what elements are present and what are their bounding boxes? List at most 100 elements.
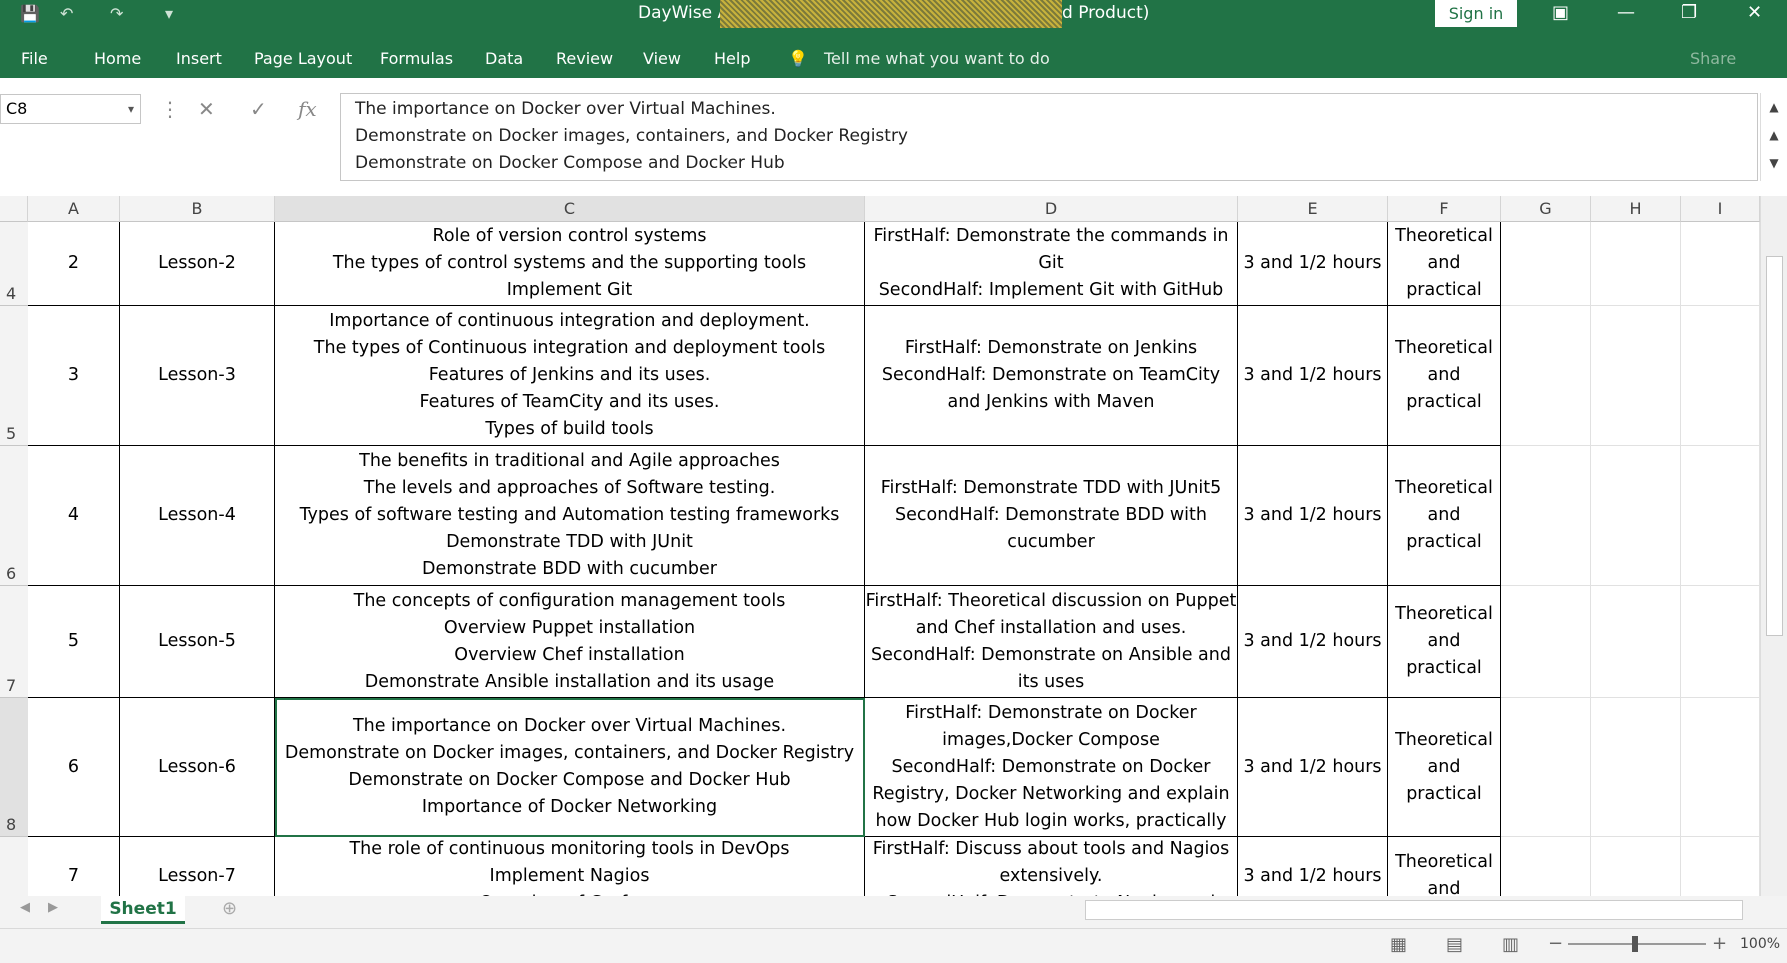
row-header[interactable]: 6 — [0, 446, 28, 586]
empty-cell[interactable] — [1681, 222, 1760, 306]
cell-b[interactable]: Lesson-3 — [120, 306, 275, 446]
cell-f[interactable]: Theoretical and practical — [1388, 698, 1501, 837]
close-icon[interactable]: ✕ — [1747, 2, 1762, 23]
cell-a[interactable]: 7 — [28, 837, 120, 896]
cell-d[interactable]: FirstHalf: Demonstrate on Jenkins SecondH… — [865, 306, 1238, 446]
cell-e[interactable]: 3 and 1/2 hours — [1238, 698, 1388, 837]
cell-c[interactable]: The benefits in traditional and Agile ap… — [275, 446, 865, 586]
empty-cell[interactable] — [1591, 222, 1681, 306]
cell-b[interactable]: Lesson-6 — [120, 698, 275, 837]
scroll-thumb[interactable] — [1766, 256, 1783, 636]
cell-e[interactable]: 3 and 1/2 hours — [1238, 306, 1388, 446]
restore-icon[interactable]: ❐ — [1681, 2, 1697, 23]
share-button[interactable]: Share — [1690, 49, 1736, 68]
page-break-view-icon[interactable]: ▥ — [1502, 934, 1519, 955]
empty-cell[interactable] — [1591, 698, 1681, 837]
cell-f[interactable]: Theoretical and practical — [1388, 586, 1501, 698]
select-all-corner[interactable] — [0, 196, 28, 222]
name-box[interactable]: C8 ▾ — [0, 94, 141, 124]
horizontal-scrollbar[interactable] — [1085, 900, 1743, 920]
column-header-e[interactable]: E — [1238, 196, 1388, 222]
tell-me-search[interactable]: Tell me what you want to do — [824, 49, 1050, 68]
column-header-g[interactable]: G — [1501, 196, 1591, 222]
empty-cell[interactable] — [1501, 698, 1591, 837]
cell-b[interactable]: Lesson-5 — [120, 586, 275, 698]
column-header-f[interactable]: F — [1388, 196, 1501, 222]
empty-cell[interactable] — [1501, 586, 1591, 698]
tab-home[interactable]: Home — [94, 49, 141, 68]
empty-cell[interactable] — [1681, 586, 1760, 698]
cell-e[interactable]: 3 and 1/2 hours — [1238, 586, 1388, 698]
column-header-b[interactable]: B — [120, 196, 275, 222]
cell-f[interactable]: Theoretical and practical — [1388, 446, 1501, 586]
chevron-down-icon[interactable]: ▾ — [128, 95, 134, 123]
cell-c[interactable]: Importance of continuous integration and… — [275, 306, 865, 446]
empty-cell[interactable] — [1681, 306, 1760, 446]
cell-c[interactable]: Role of version control systems The types… — [275, 222, 865, 306]
undo-icon[interactable]: ↶ — [60, 4, 73, 23]
empty-cell[interactable] — [1501, 446, 1591, 586]
cell-a[interactable]: 3 — [28, 306, 120, 446]
row-header[interactable]: 9 — [0, 837, 28, 896]
cell-f[interactable]: Theoretical and practical — [1388, 306, 1501, 446]
zoom-level[interactable]: 100% — [1740, 936, 1780, 952]
cell-e[interactable]: 3 and 1/2 hours — [1238, 222, 1388, 306]
empty-cell[interactable] — [1501, 837, 1591, 896]
cell-f[interactable]: Theoretical and — [1388, 837, 1501, 896]
tab-file[interactable]: File — [21, 49, 48, 68]
column-header-h[interactable]: H — [1591, 196, 1681, 222]
add-sheet-icon[interactable]: ⊕ — [222, 898, 237, 919]
row-header[interactable]: 5 — [0, 306, 28, 446]
enter-icon[interactable]: ✓ — [250, 97, 267, 121]
empty-cell[interactable] — [1681, 698, 1760, 837]
tab-insert[interactable]: Insert — [176, 49, 222, 68]
cell-a[interactable]: 5 — [28, 586, 120, 698]
row-header[interactable]: 4 — [0, 222, 28, 306]
page-layout-view-icon[interactable]: ▤ — [1446, 934, 1463, 955]
cell-f[interactable]: Theoretical and practical — [1388, 222, 1501, 306]
cell-c[interactable]: The role of continuous monitoring tools … — [275, 837, 865, 896]
minimize-icon[interactable]: — — [1617, 2, 1635, 23]
cell-d[interactable]: FirstHalf: Demonstrate on Docker images,D… — [865, 698, 1238, 837]
normal-view-icon[interactable]: ▦ — [1390, 934, 1407, 955]
insert-function-icon[interactable]: fx — [298, 97, 317, 121]
zoom-out-icon[interactable]: − — [1548, 933, 1563, 954]
save-icon[interactable]: 💾 — [20, 4, 40, 23]
vertical-scrollbar[interactable] — [1760, 196, 1787, 896]
empty-cell[interactable] — [1501, 306, 1591, 446]
column-header-i[interactable]: I — [1681, 196, 1760, 222]
tab-page-layout[interactable]: Page Layout — [254, 49, 352, 68]
formula-input[interactable]: The importance on Docker over Virtual Ma… — [340, 93, 1758, 181]
tab-review[interactable]: Review — [556, 49, 613, 68]
cell-d[interactable]: FirstHalf: Theoretical discussion on Pup… — [865, 586, 1238, 698]
row-header[interactable]: 8 — [0, 698, 28, 837]
zoom-in-icon[interactable]: + — [1712, 933, 1727, 954]
tab-help[interactable]: Help — [714, 49, 750, 68]
empty-cell[interactable] — [1681, 446, 1760, 586]
cell-e[interactable]: 3 and 1/2 hours — [1238, 446, 1388, 586]
empty-cell[interactable] — [1591, 306, 1681, 446]
sheet-nav-prev-icon[interactable]: ◀ — [20, 900, 30, 915]
cell-a[interactable]: 6 — [28, 698, 120, 837]
formula-scroll[interactable]: ▲ ▲ ▼ — [1760, 93, 1787, 181]
column-header-c[interactable]: C — [275, 196, 865, 222]
ribbon-display-icon[interactable]: ▣ — [1552, 2, 1569, 23]
cell-a[interactable]: 4 — [28, 446, 120, 586]
cell-d[interactable]: FirstHalf: Demonstrate the commands in Gi… — [865, 222, 1238, 306]
zoom-thumb[interactable] — [1632, 936, 1638, 952]
cell-b[interactable]: Lesson-7 — [120, 837, 275, 896]
empty-cell[interactable] — [1591, 446, 1681, 586]
sign-in-button[interactable]: Sign in — [1435, 0, 1517, 27]
cell-b[interactable]: Lesson-4 — [120, 446, 275, 586]
empty-cell[interactable] — [1591, 837, 1681, 896]
empty-cell[interactable] — [1681, 837, 1760, 896]
cancel-icon[interactable]: ✕ — [198, 97, 215, 121]
tab-data[interactable]: Data — [485, 49, 523, 68]
empty-cell[interactable] — [1501, 222, 1591, 306]
sheet-tab[interactable]: Sheet1 — [101, 896, 185, 924]
cell-c[interactable]: The concepts of configuration management… — [275, 586, 865, 698]
tab-formulas[interactable]: Formulas — [380, 49, 453, 68]
cell-b[interactable]: Lesson-2 — [120, 222, 275, 306]
row-header[interactable]: 7 — [0, 586, 28, 698]
sheet-nav-next-icon[interactable]: ▶ — [48, 900, 58, 915]
